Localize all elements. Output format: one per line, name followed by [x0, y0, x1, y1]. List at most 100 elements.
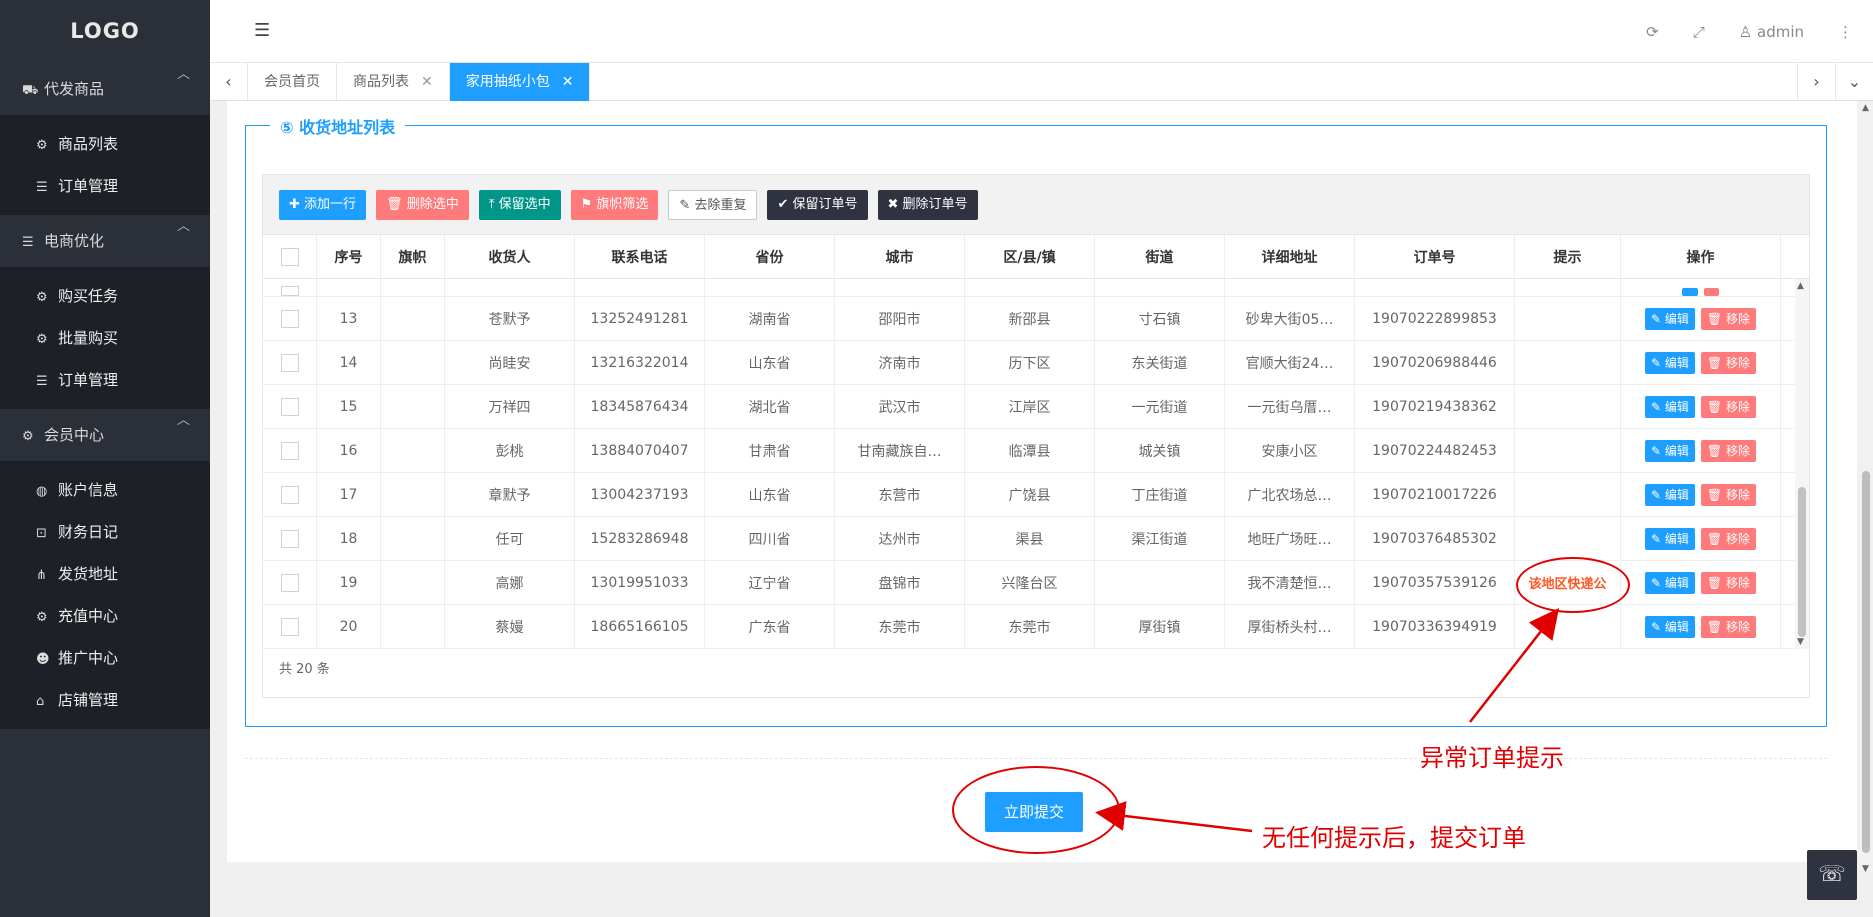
cell-seq: 14: [317, 341, 381, 384]
flag-filter-button[interactable]: ⚑ 旗帜筛选: [570, 189, 659, 220]
scroll-down-icon[interactable]: ▼: [1797, 637, 1804, 647]
col-city: 城市: [835, 235, 965, 278]
cell-flag: [381, 473, 445, 516]
table-row: 14 尚眭安 13216322014 山东省 济南市 历下区 东关街道 官顺大街24… 1907…: [263, 341, 1809, 385]
row-checkbox[interactable]: [263, 473, 317, 516]
tab-scroll-left-icon[interactable]: ‹: [210, 63, 248, 101]
cell-address: 我不清楚恒…: [1225, 561, 1355, 604]
close-icon[interactable]: ✕: [421, 74, 433, 90]
keep-selected-button[interactable]: ⤒ 保留选中: [478, 189, 561, 220]
address-list-fieldset: ⑤ 收货地址列表 ✚ 添加一行 🗑 删除选中 ⤒ 保留选中 ⚑ 旗帜筛选 ✎ 去…: [245, 114, 1827, 727]
truck-icon: ⛟: [22, 83, 39, 98]
nav-group-ecommerce[interactable]: ☰ 电商优化 ︿: [0, 215, 210, 267]
cell-phone: 13884070407: [575, 429, 705, 472]
remove-button[interactable]: 🗑 移除: [1700, 351, 1756, 374]
add-row-button[interactable]: ✚ 添加一行: [279, 189, 367, 220]
tab-product-list[interactable]: 商品列表 ✕: [337, 63, 450, 101]
edit-button[interactable]: ✎ 编辑: [1645, 527, 1695, 550]
col-order: 订单号: [1355, 235, 1515, 278]
remove-button[interactable]: 🗑 移除: [1700, 439, 1756, 462]
edit-button[interactable]: ✎ 编辑: [1645, 571, 1695, 594]
scroll-up-icon[interactable]: ▲: [1797, 281, 1804, 291]
tab-paper-pack[interactable]: 家用抽纸小包 ✕: [449, 63, 591, 101]
edit-button[interactable]: ✎ 编辑: [1645, 439, 1695, 462]
cell-district: 历下区: [965, 341, 1095, 384]
row-checkbox[interactable]: [263, 561, 317, 604]
delete-selected-button[interactable]: 🗑 删除选中: [376, 189, 469, 220]
tab-member-home[interactable]: 会员首页: [248, 63, 337, 101]
cell-hint: [1515, 297, 1621, 340]
sidebar-item-account[interactable]: ◍ 账户信息: [0, 469, 210, 511]
cell-hint: [1515, 429, 1621, 472]
edit-button[interactable]: ✎ 编辑: [1645, 615, 1695, 638]
sidebar-item-finance[interactable]: ⊡ 财务日记: [0, 511, 210, 553]
row-checkbox[interactable]: [263, 517, 317, 560]
keep-order-button[interactable]: ✔ 保留订单号: [767, 189, 868, 220]
chevron-down-icon[interactable]: ⌄: [1835, 63, 1873, 101]
remove-button[interactable]: 🗑 移除: [1700, 307, 1756, 330]
remove-button[interactable]: 🗑 移除: [1700, 527, 1756, 550]
cell-order: 19070219438362: [1355, 385, 1515, 428]
tab-scroll-right-icon[interactable]: ›: [1797, 63, 1835, 101]
edit-button[interactable]: ✎ 编辑: [1645, 395, 1695, 418]
cell-city: 东营市: [835, 473, 965, 516]
nav-group-member[interactable]: ⚙ 会员中心 ︿: [0, 409, 210, 461]
remove-button[interactable]: 🗑 移除: [1700, 615, 1756, 638]
remove-button[interactable]: 🗑 移除: [1700, 571, 1756, 594]
edit-button[interactable]: ✎ 编辑: [1645, 351, 1695, 374]
user-menu[interactable]: ♙ admin: [1739, 23, 1804, 41]
cell-street: 丁庄街道: [1095, 473, 1225, 516]
cell-street: 城关镇: [1095, 429, 1225, 472]
row-checkbox[interactable]: [263, 297, 317, 340]
sidebar-item-promotion[interactable]: ☻ 推广中心: [0, 637, 210, 679]
cell-name: 苍默予: [445, 297, 575, 340]
cell-seq: 17: [317, 473, 381, 516]
sidebar-item-ship-address[interactable]: ⋔ 发货地址: [0, 553, 210, 595]
table-row-partial: [263, 279, 1809, 297]
close-icon[interactable]: ✕: [562, 74, 574, 90]
remove-button[interactable]: 🗑 移除: [1700, 483, 1756, 506]
sidebar-item-shop[interactable]: ⌂ 店铺管理: [0, 679, 210, 721]
cell-phone: 18345876434: [575, 385, 705, 428]
nav-group-dropship[interactable]: ⛟ 代发商品 ︿: [0, 63, 210, 115]
customer-service-icon[interactable]: ☏: [1807, 850, 1857, 900]
globe-icon: ◍: [36, 484, 48, 499]
list-icon: ☰: [36, 374, 48, 389]
table-scrollbar[interactable]: ▲ ▼: [1795, 279, 1809, 649]
sidebar-item-product-list[interactable]: ⚙ 商品列表: [0, 123, 210, 165]
row-checkbox[interactable]: [263, 385, 317, 428]
cell-address: 一元街乌厝…: [1225, 385, 1355, 428]
scroll-down-icon[interactable]: ▼: [1862, 864, 1869, 874]
address-table-panel: ✚ 添加一行 🗑 删除选中 ⤒ 保留选中 ⚑ 旗帜筛选 ✎ 去除重复 ✔ 保留订…: [262, 174, 1810, 698]
sidebar-item-purchase-task[interactable]: ⚙ 购买任务: [0, 275, 210, 317]
cell-district: 新邵县: [965, 297, 1095, 340]
cell-address: 安康小区: [1225, 429, 1355, 472]
cell-hint: [1515, 385, 1621, 428]
row-checkbox[interactable]: [263, 341, 317, 384]
sidebar: LOGO ⛟ 代发商品 ︿ ⚙ 商品列表 ☰ 订单管理 ☰ 电商优化 ︿ ⚙ 购买任务 ⚙…: [0, 0, 210, 917]
gears-icon: ⚙: [36, 138, 48, 153]
row-checkbox[interactable]: [263, 605, 317, 648]
abnormal-order-annotation: 异常订单提示: [1420, 744, 1564, 772]
page-scrollbar[interactable]: ▲ ▼: [1859, 101, 1873, 876]
sidebar-item-batch-buy[interactable]: ⚙ 批量购买: [0, 317, 210, 359]
fullscreen-icon[interactable]: ⤢: [1693, 23, 1705, 41]
sidebar-item-recharge[interactable]: ⚙ 充值中心: [0, 595, 210, 637]
col-province: 省份: [705, 235, 835, 278]
menu-toggle-icon[interactable]: ☰: [254, 20, 270, 41]
dedupe-button[interactable]: ✎ 去除重复: [668, 189, 758, 220]
cell-name: 彭桃: [445, 429, 575, 472]
remove-button[interactable]: 🗑 移除: [1700, 395, 1756, 418]
col-name: 收货人: [445, 235, 575, 278]
edit-button[interactable]: ✎ 编辑: [1645, 307, 1695, 330]
row-checkbox[interactable]: [263, 429, 317, 472]
edit-button[interactable]: ✎ 编辑: [1645, 483, 1695, 506]
scroll-up-icon[interactable]: ▲: [1862, 103, 1869, 113]
cell-district: 临潭县: [965, 429, 1095, 472]
select-all-checkbox[interactable]: [263, 235, 317, 278]
more-icon[interactable]: ⋮: [1838, 23, 1853, 41]
delete-order-button[interactable]: ✖ 删除订单号: [877, 189, 978, 220]
refresh-icon[interactable]: ⟳: [1646, 23, 1659, 41]
col-phone: 联系电话: [575, 235, 705, 278]
cell-street: 渠江街道: [1095, 517, 1225, 560]
